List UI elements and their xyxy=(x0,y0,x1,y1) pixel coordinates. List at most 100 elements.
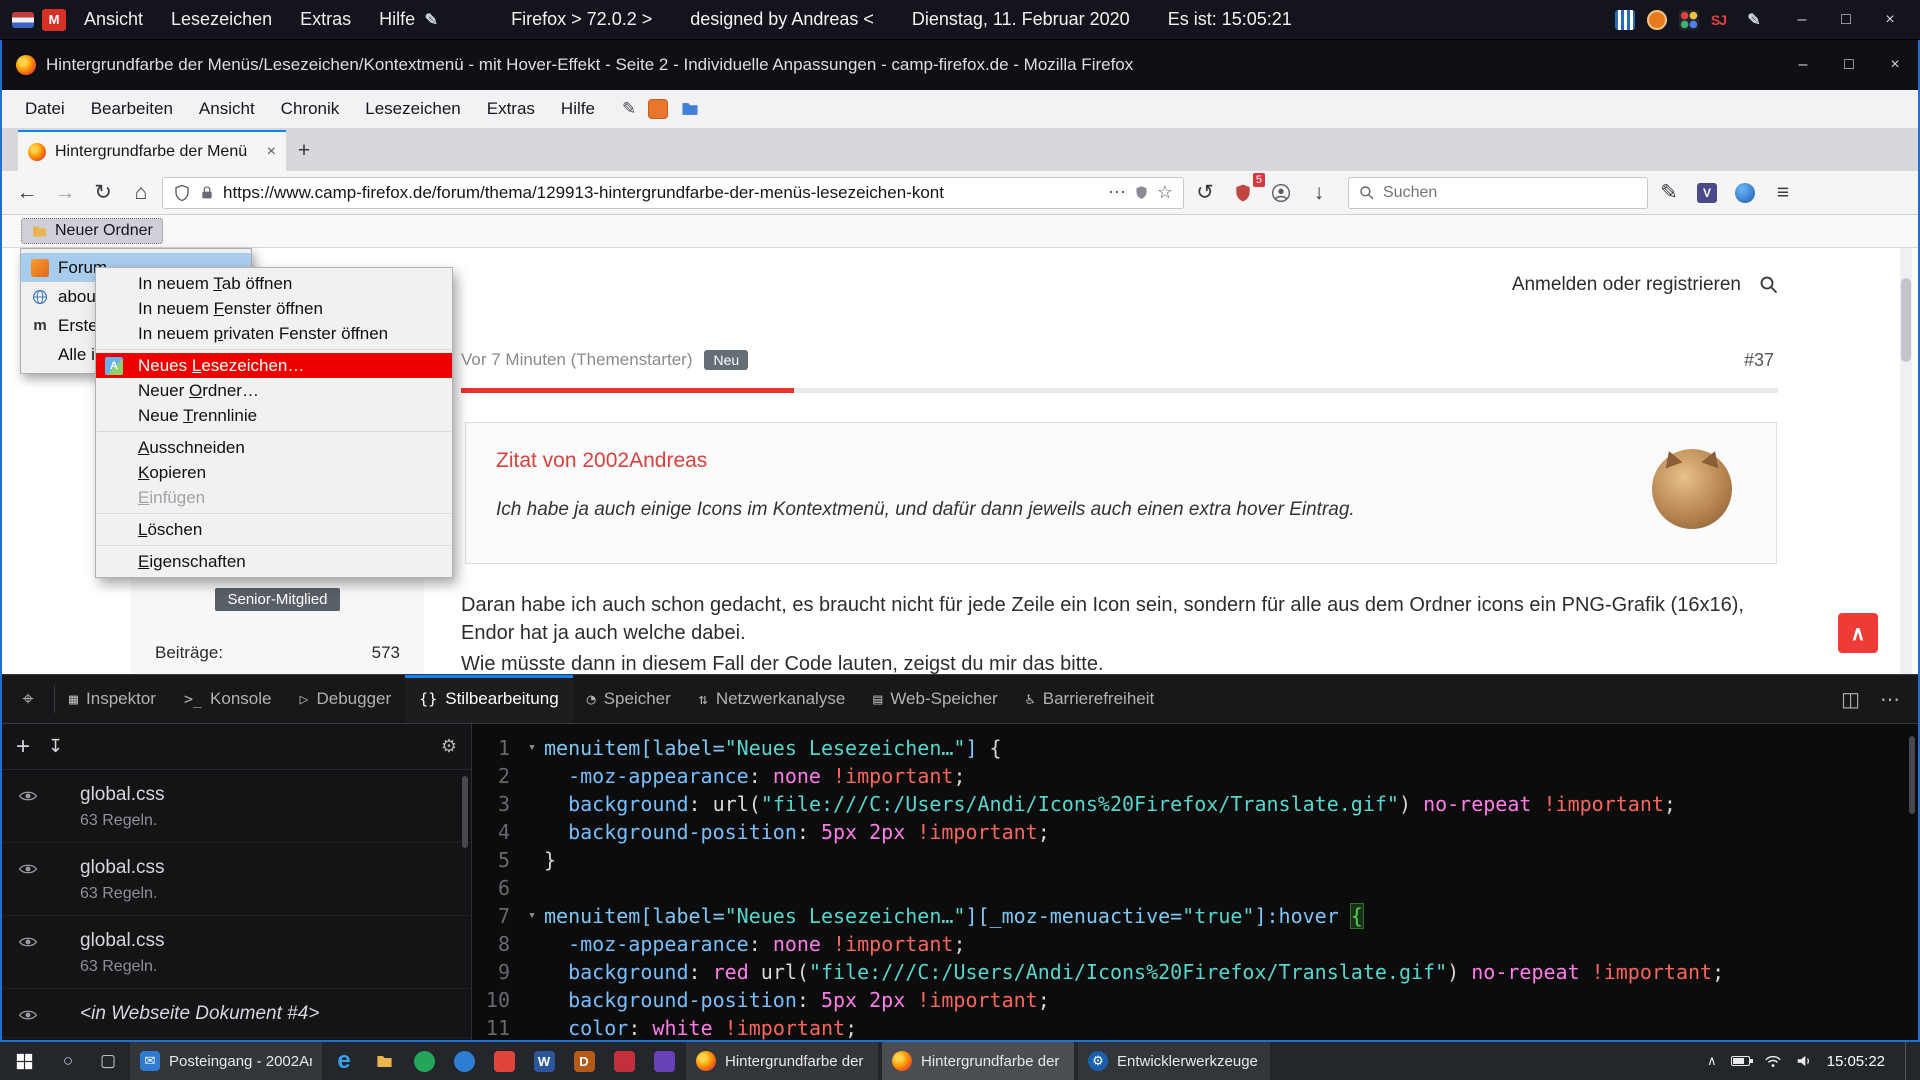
bookmark-star-icon[interactable]: ☆ xyxy=(1157,182,1173,203)
context-menu-item[interactable]: Eigenschaften xyxy=(96,549,452,574)
devtools-tab-style-editor[interactable]: {}Stilbearbeitung xyxy=(405,675,572,723)
devtools-tab-storage[interactable]: ▤Web-Speicher xyxy=(859,675,1011,723)
post-meta[interactable]: Vor 7 Minuten (Themenstarter) xyxy=(461,350,692,370)
cortana-icon[interactable]: ○ xyxy=(48,1042,88,1080)
devtools-tab-debugger[interactable]: ▷Debugger xyxy=(285,675,405,723)
post-number[interactable]: #37 xyxy=(1744,350,1774,371)
scrollbar-thumb[interactable] xyxy=(462,776,468,848)
word-icon[interactable]: W xyxy=(524,1042,564,1080)
pen-flag-icon[interactable]: ✎ xyxy=(1742,9,1766,31)
devtools-tab-accessibility[interactable]: ♿Barrierefreiheit xyxy=(1012,675,1169,723)
reload-button[interactable]: ↻ xyxy=(86,176,120,210)
taskbar-window-devtools[interactable]: ⚙ Entwicklerwerkzeuge … xyxy=(1078,1042,1270,1080)
maximize-button[interactable]: □ xyxy=(1824,1,1868,39)
clock[interactable]: 15:05:22 xyxy=(1827,1053,1885,1070)
new-tab-button[interactable]: + xyxy=(286,130,322,171)
blue-folder-icon[interactable] xyxy=(680,99,700,119)
scrollbar-thumb[interactable] xyxy=(1909,736,1915,814)
code-editor[interactable]: 1▾menuitem[label="Neues Lesezeichen…"] {… xyxy=(472,724,1918,1040)
start-button[interactable] xyxy=(0,1042,48,1080)
tracking-protection-icon[interactable] xyxy=(173,184,191,202)
home-button[interactable]: ⌂ xyxy=(124,176,158,210)
topbar-menu-item[interactable]: Hilfe xyxy=(379,9,415,30)
gear-icon[interactable]: ⚙ xyxy=(441,736,457,757)
eye-icon[interactable] xyxy=(18,859,38,879)
context-menu-item[interactable]: In neuem Fenster öffnen xyxy=(96,296,452,321)
maximize-button[interactable]: □ xyxy=(1826,40,1872,90)
minimize-button[interactable]: – xyxy=(1780,40,1826,90)
battery-icon[interactable] xyxy=(1731,1056,1750,1066)
stylesheet-row[interactable]: <in Webseite Dokument #4> xyxy=(2,989,471,1038)
orange-app-icon[interactable] xyxy=(648,99,668,119)
flag-icon[interactable] xyxy=(12,12,34,28)
search-input[interactable] xyxy=(1383,184,1637,202)
url-bar[interactable]: https://www.camp-firefox.de/forum/thema/… xyxy=(162,177,1184,209)
taskbar-app-icon[interactable] xyxy=(444,1042,484,1080)
context-menu-item[interactable]: Neue Trennlinie xyxy=(96,403,452,428)
taskbar-app-icon[interactable] xyxy=(484,1042,524,1080)
task-view-icon[interactable]: ▢ xyxy=(88,1042,128,1080)
show-desktop-button[interactable] xyxy=(1905,1042,1910,1080)
pencil-icon[interactable]: ✎ xyxy=(419,9,443,31)
eye-icon[interactable] xyxy=(18,1005,38,1025)
topbar-menu-item[interactable]: Extras xyxy=(300,9,351,30)
taskbar-app-icon[interactable] xyxy=(404,1042,444,1080)
new-stylesheet-button[interactable]: + xyxy=(16,733,30,761)
context-menu-item[interactable]: ANeues Lesezeichen… xyxy=(96,353,452,378)
menubar-item[interactable]: Bearbeiten xyxy=(78,99,186,119)
eye-icon[interactable] xyxy=(18,932,38,952)
dock-icon[interactable]: ◫ xyxy=(1841,687,1860,712)
pick-element-icon[interactable]: ⌖ xyxy=(2,675,54,723)
fold-arrow[interactable]: ▾ xyxy=(520,902,544,930)
wifi-icon[interactable] xyxy=(1764,1055,1782,1068)
stylesheet-row[interactable]: global.css 63 Regeln. xyxy=(2,770,471,843)
taskbar-window-firefox-1[interactable]: Hintergrundfarbe der … xyxy=(686,1042,878,1080)
page-scrollbar[interactable] xyxy=(1900,248,1912,674)
meatball-menu-icon[interactable]: ⋯ xyxy=(1880,687,1900,712)
context-menu-item[interactable]: Neuer Ordner… xyxy=(96,378,452,403)
menubar-item[interactable]: Extras xyxy=(474,99,548,119)
close-button[interactable]: × xyxy=(1872,40,1918,90)
tab-active[interactable]: Hintergrundfarbe der Menü × xyxy=(18,130,286,171)
devtools-tab-inspector[interactable]: ▦Inspektor xyxy=(55,675,170,723)
menubar-item[interactable]: Hilfe xyxy=(548,99,608,119)
download-button[interactable]: ↓ xyxy=(1302,176,1336,210)
emoji-grid-icon[interactable] xyxy=(1679,10,1699,30)
volume-icon[interactable] xyxy=(1796,1054,1813,1068)
scroll-to-top-button[interactable]: ∧ xyxy=(1838,613,1878,653)
eye-icon[interactable] xyxy=(18,786,38,806)
fold-arrow[interactable]: ▾ xyxy=(520,734,544,762)
taskbar-window-mail[interactable]: ✉ Posteingang - 2002An… xyxy=(130,1042,322,1080)
topbar-menu-item[interactable]: Lesezeichen xyxy=(171,9,272,30)
url-text[interactable]: https://www.camp-firefox.de/forum/thema/… xyxy=(223,183,1100,203)
striped-extension-icon[interactable] xyxy=(1615,10,1635,30)
compose-extension-icon[interactable]: ✎ xyxy=(1652,176,1686,210)
menubar-item[interactable]: Chronik xyxy=(268,99,353,119)
menubar-item[interactable]: Ansicht xyxy=(186,99,268,119)
orange-extension-icon[interactable] xyxy=(1647,10,1667,30)
lock-icon[interactable] xyxy=(199,185,215,201)
menubar-item[interactable]: Lesezeichen xyxy=(352,99,473,119)
context-menu-item[interactable]: Kopieren xyxy=(96,460,452,485)
context-menu-item[interactable]: In neuem privaten Fenster öffnen xyxy=(96,321,452,346)
history-button[interactable]: ↺ xyxy=(1188,176,1222,210)
menubar-item[interactable]: Datei xyxy=(12,99,78,119)
avatar-cat[interactable] xyxy=(1652,449,1732,529)
login-link[interactable]: Anmelden oder registrieren xyxy=(1512,274,1741,296)
page-actions-icon[interactable]: ⋯ xyxy=(1108,182,1126,203)
close-button[interactable]: × xyxy=(1868,1,1912,39)
tab-close-icon[interactable]: × xyxy=(267,143,276,161)
edge-icon[interactable]: e xyxy=(324,1042,364,1080)
stylesheet-row[interactable]: global.css 63 Regeln. xyxy=(2,843,471,916)
stylesheet-row[interactable]: global.css 63 Regeln. xyxy=(2,916,471,989)
context-menu-item[interactable]: Ausschneiden xyxy=(96,435,452,460)
scrollbar-thumb[interactable] xyxy=(1901,278,1911,362)
quote-title[interactable]: Zitat von 2002Andreas xyxy=(496,449,1746,473)
menu-button[interactable]: ≡ xyxy=(1766,176,1800,210)
search-bar[interactable] xyxy=(1348,177,1648,209)
context-menu-item[interactable]: In neuem Tab öffnen xyxy=(96,271,452,296)
tray-chevron-icon[interactable]: ∧ xyxy=(1707,1053,1717,1069)
taskbar-app-icon[interactable] xyxy=(604,1042,644,1080)
taskbar-app-icon[interactable]: D xyxy=(564,1042,604,1080)
ublock-button[interactable]: 5 xyxy=(1226,176,1260,210)
